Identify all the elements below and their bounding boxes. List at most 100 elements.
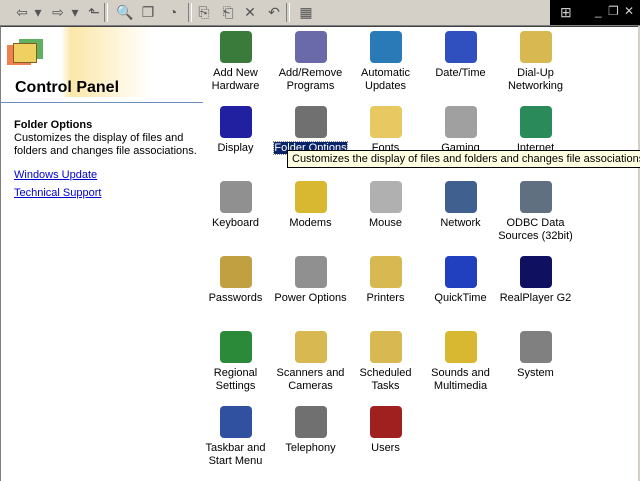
restore-button[interactable]: ❐ — [608, 4, 619, 18]
gaming-icon — [444, 106, 477, 138]
control-panel-item-gaming[interactable]: Gaming — [423, 106, 498, 155]
control-panel-item-fonts[interactable]: Fonts — [348, 106, 423, 155]
mouse-icon — [369, 181, 402, 213]
item-label: Sounds and Multimedia — [431, 367, 490, 392]
toolbar-button-3-icon[interactable]: ▾ — [70, 3, 80, 21]
content-area: Control Panel Folder Options Customizes … — [0, 26, 638, 481]
toolbar-button-7-icon[interactable]: ◔ — [163, 3, 183, 21]
item-label: ODBC Data Sources (32bit) — [498, 217, 573, 242]
passwords-icon — [219, 256, 252, 288]
control-panel-item-scheduled-tasks[interactable]: Scheduled Tasks — [348, 331, 423, 393]
item-label: Add/Remove Programs — [278, 67, 343, 92]
toolbar-separator — [104, 3, 108, 22]
windows-update-link[interactable]: Windows Update — [14, 169, 97, 181]
control-panel-item-system[interactable]: System — [498, 331, 573, 380]
control-panel-item-realplayer-g2[interactable]: RealPlayer G2 — [498, 256, 573, 305]
toolbar-button-12-icon[interactable]: ▦ — [296, 3, 316, 21]
item-label: QuickTime — [434, 292, 487, 304]
dial-up-networking-icon — [519, 31, 552, 63]
quicktime-icon — [444, 256, 477, 288]
close-button[interactable]: ✕ — [624, 4, 634, 18]
control-panel-item-telephony[interactable]: Telephony — [273, 406, 348, 455]
item-label: Dial-Up Networking — [507, 67, 564, 92]
modems-icon — [294, 181, 327, 213]
item-label: Network — [440, 217, 481, 229]
add-new-hardware-icon — [219, 31, 252, 63]
control-panel-item-automatic-updates[interactable]: Automatic Updates — [348, 31, 423, 93]
item-label: Modems — [289, 217, 332, 229]
item-label: RealPlayer G2 — [499, 292, 572, 304]
toolbar-button-5-icon[interactable]: 🔍 — [115, 3, 135, 21]
control-panel-item-folder-options[interactable]: Folder Options — [273, 106, 348, 155]
item-label: Display — [217, 142, 254, 154]
date-time-icon — [444, 31, 477, 63]
sounds-and-multimedia-icon — [444, 331, 477, 363]
item-label: Power Options — [274, 292, 347, 304]
windows-flag-icon: ⊞ — [560, 4, 572, 20]
control-panel-item-keyboard[interactable]: Keyboard — [198, 181, 273, 230]
toolbar-button-4-icon[interactable]: ⬑ — [84, 3, 104, 21]
item-label: Scheduled Tasks — [359, 367, 412, 392]
control-panel-item-dial-up-networking[interactable]: Dial-Up Networking — [498, 31, 573, 93]
control-panel-item-mouse[interactable]: Mouse — [348, 181, 423, 230]
control-panel-item-regional-settings[interactable]: Regional Settings — [198, 331, 273, 393]
control-panel-item-power-options[interactable]: Power Options — [273, 256, 348, 305]
automatic-updates-icon — [369, 31, 402, 63]
toolbar-button-9-icon[interactable]: ⎗ — [218, 3, 238, 21]
keyboard-icon — [219, 181, 252, 213]
control-panel-item-sounds-and-multimedia[interactable]: Sounds and Multimedia — [423, 331, 498, 393]
technical-support-link[interactable]: Technical Support — [14, 187, 101, 199]
minimize-button[interactable]: _ — [595, 4, 602, 18]
toolbar-button-11-icon[interactable]: ↶ — [264, 3, 284, 21]
add-remove-programs-icon — [294, 31, 327, 63]
item-label: Passwords — [208, 292, 263, 304]
folder-options-icon — [294, 106, 327, 138]
toolbar-separator — [286, 3, 290, 22]
control-panel-item-users[interactable]: Users — [348, 406, 423, 455]
toolbar-button-6-icon[interactable]: ❐ — [138, 3, 158, 21]
control-panel-item-quicktime[interactable]: QuickTime — [423, 256, 498, 305]
control-panel-item-modems[interactable]: Modems — [273, 181, 348, 230]
control-panel-item-date-time[interactable]: Date/Time — [423, 31, 498, 80]
control-panel-item-network[interactable]: Network — [423, 181, 498, 230]
divider — [1, 102, 203, 103]
control-panel-item-display[interactable]: Display — [198, 106, 273, 155]
item-label: Automatic Updates — [361, 67, 410, 92]
scheduled-tasks-icon — [369, 331, 402, 363]
web-view-panel: Control Panel Folder Options Customizes … — [1, 27, 203, 481]
scanners-and-cameras-icon — [294, 331, 327, 363]
network-icon — [444, 181, 477, 213]
selected-item-description: Customizes the display of files and fold… — [14, 132, 197, 157]
toolbar-button-10-icon[interactable]: ✕ — [240, 3, 260, 21]
toolbar-separator — [188, 3, 192, 22]
item-label: Regional Settings — [213, 367, 258, 392]
toolbar-button-1-icon[interactable]: ▾ — [33, 3, 43, 21]
control-panel-item-internet[interactable]: Internet — [498, 106, 573, 155]
internet-icon — [519, 106, 552, 138]
item-label: Add New Hardware — [211, 67, 260, 92]
toolbar-button-0-icon[interactable]: ⇦ — [12, 3, 32, 21]
fonts-icon — [369, 106, 402, 138]
control-panel-item-add-remove-programs[interactable]: Add/Remove Programs — [273, 31, 348, 93]
item-label: Scanners and Cameras — [276, 367, 345, 392]
control-panel-item-add-new-hardware[interactable]: Add New Hardware — [198, 31, 273, 93]
odbc-data-sources-32bit-icon — [519, 181, 552, 213]
control-panel-item-scanners-and-cameras[interactable]: Scanners and Cameras — [273, 331, 348, 393]
control-panel-item-passwords[interactable]: Passwords — [198, 256, 273, 305]
users-icon — [369, 406, 402, 438]
item-label: Keyboard — [211, 217, 260, 229]
control-panel-folder-icon — [13, 43, 37, 63]
item-label: System — [517, 367, 554, 379]
control-panel-item-printers[interactable]: Printers — [348, 256, 423, 305]
item-label: Mouse — [368, 217, 403, 229]
toolbar-button-8-icon[interactable]: ⎘ — [194, 3, 214, 21]
system-icon — [519, 331, 552, 363]
toolbar-button-2-icon[interactable]: ⇨ — [48, 3, 68, 21]
control-panel-item-odbc-data-sources-32bit[interactable]: ODBC Data Sources (32bit) — [498, 181, 573, 243]
control-panel-item-taskbar-and-start-menu[interactable]: Taskbar and Start Menu — [198, 406, 273, 468]
telephony-icon — [294, 406, 327, 438]
item-label: Taskbar and Start Menu — [205, 442, 266, 467]
page-title: Control Panel — [15, 79, 120, 96]
tooltip: Customizes the display of files and fold… — [287, 150, 640, 168]
display-icon — [219, 106, 252, 138]
